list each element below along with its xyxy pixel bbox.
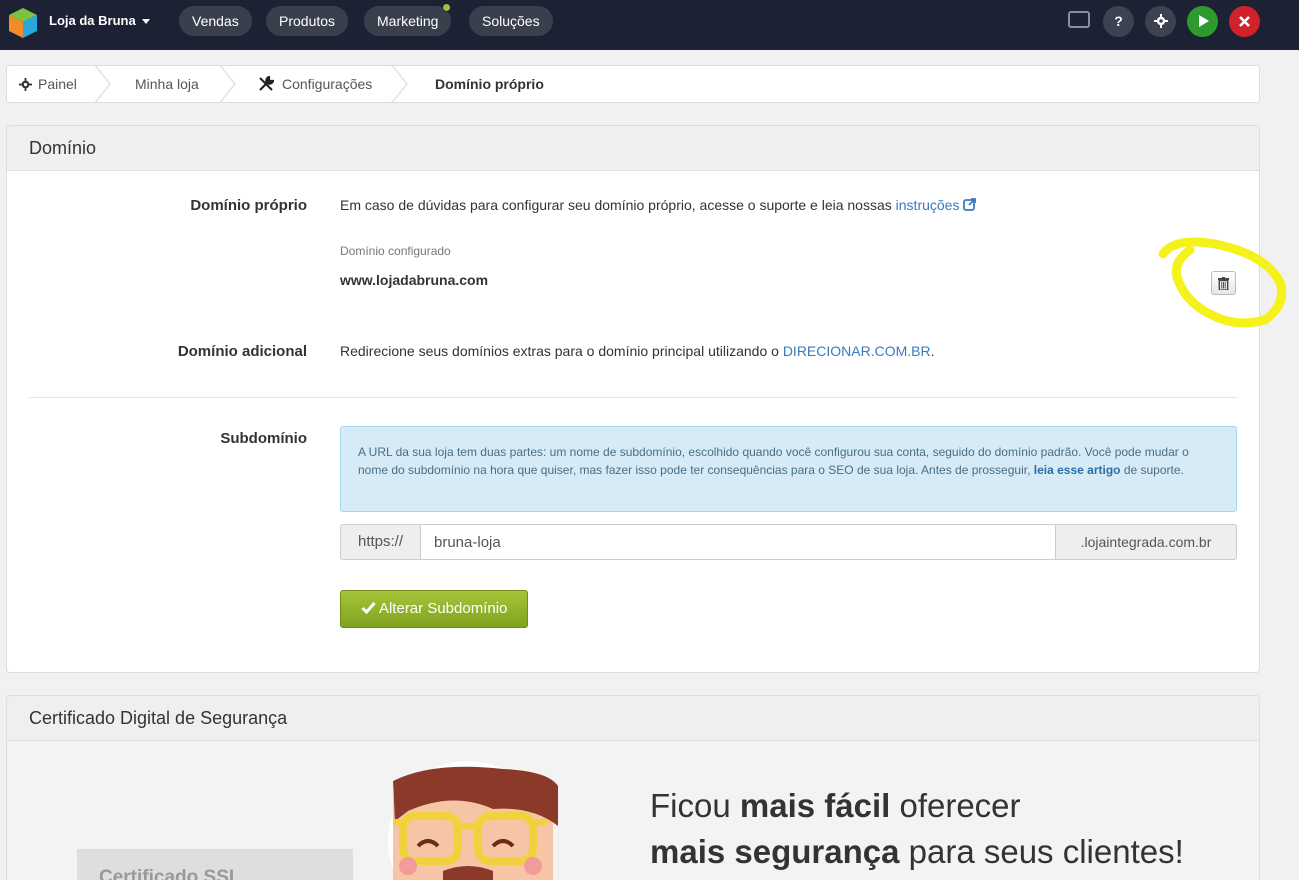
subdomain-input[interactable] <box>420 524 1056 560</box>
url-prefix: https:// <box>340 524 421 560</box>
store-logo-icon[interactable] <box>8 7 38 39</box>
dominio-proprio-help: Em caso de dúvidas para configurar seu d… <box>340 197 977 213</box>
dominio-adicional-help: Redirecione seus domínios extras para o … <box>340 343 935 359</box>
breadcrumb-separator <box>94 66 111 102</box>
nav-marketing-label: Marketing <box>377 13 439 29</box>
subdominio-label: Subdomínio <box>220 430 307 447</box>
breadcrumb-separator <box>219 66 236 102</box>
leia-artigo-link[interactable]: leia esse artigo <box>1034 463 1121 477</box>
store-switcher[interactable]: Loja da Bruna <box>49 13 150 28</box>
direcionar-link[interactable]: DIRECIONAR.COM.BR <box>783 343 931 359</box>
dominio-configurado-label: Domínio configurado <box>340 244 451 258</box>
promo-line-1: Ficou mais fácil oferecer <box>650 787 1021 824</box>
divider <box>29 397 1237 398</box>
instrucoes-link[interactable]: instruções <box>896 197 977 213</box>
nav-marketing[interactable]: Marketing <box>364 3 452 36</box>
mascot-illustration <box>388 761 558 880</box>
breadcrumb-minha-loja[interactable]: Minha loja <box>135 66 199 102</box>
play-icon[interactable] <box>1187 6 1218 37</box>
screen-icon[interactable] <box>1068 11 1090 28</box>
nav-solucoes[interactable]: Soluções <box>469 6 553 36</box>
url-suffix: .lojaintegrada.com.br <box>1055 524 1237 560</box>
top-navbar: Loja da Bruna Vendas Produtos Marketing … <box>0 0 1299 50</box>
ssl-tab: Certificado SSL <box>77 849 353 880</box>
gear-icon[interactable] <box>1145 6 1176 37</box>
button-label: Alterar Subdomínio <box>378 600 508 617</box>
alterar-subdominio-button[interactable]: Alterar Subdomínio <box>340 590 528 628</box>
breadcrumb-painel[interactable]: Painel <box>19 66 77 102</box>
certificado-panel: Certificado Digital de Segurança Certifi… <box>6 695 1260 880</box>
wrench-icon <box>259 75 275 91</box>
dominio-proprio-label: Domínio próprio <box>190 197 307 214</box>
check-icon <box>361 602 376 615</box>
breadcrumb: Painel Minha loja Configurações Domínio … <box>6 65 1260 103</box>
breadcrumb-separator <box>391 66 408 102</box>
nav-vendas[interactable]: Vendas <box>179 6 252 36</box>
panel-title: Domínio <box>7 126 1259 171</box>
breadcrumb-configuracoes[interactable]: Configurações <box>258 66 372 102</box>
caret-down-icon <box>141 19 150 25</box>
dominio-adicional-label: Domínio adicional <box>177 343 307 360</box>
panel-title: Certificado Digital de Segurança <box>7 696 1259 741</box>
subdominio-info-alert: A URL da sua loja tem duas partes: um no… <box>340 426 1237 512</box>
dominio-panel: Domínio Domínio próprio Em caso de dúvid… <box>6 125 1260 673</box>
notification-dot <box>442 3 452 12</box>
close-icon[interactable] <box>1229 6 1260 37</box>
nav-produtos[interactable]: Produtos <box>266 6 349 36</box>
breadcrumb-current: Domínio próprio <box>435 76 544 92</box>
external-link-icon <box>963 198 977 211</box>
breadcrumb-label: Configurações <box>282 76 373 92</box>
help-icon[interactable]: ? <box>1103 6 1134 37</box>
highlight-annotation <box>1158 237 1287 327</box>
promo-line-2: mais segurança para seus clientes! <box>650 833 1184 870</box>
dominio-configurado-value: www.lojadabruna.com <box>340 272 489 288</box>
breadcrumb-label: Painel <box>38 76 77 92</box>
gear-icon <box>19 78 32 91</box>
store-name-label: Loja da Bruna <box>49 13 136 28</box>
